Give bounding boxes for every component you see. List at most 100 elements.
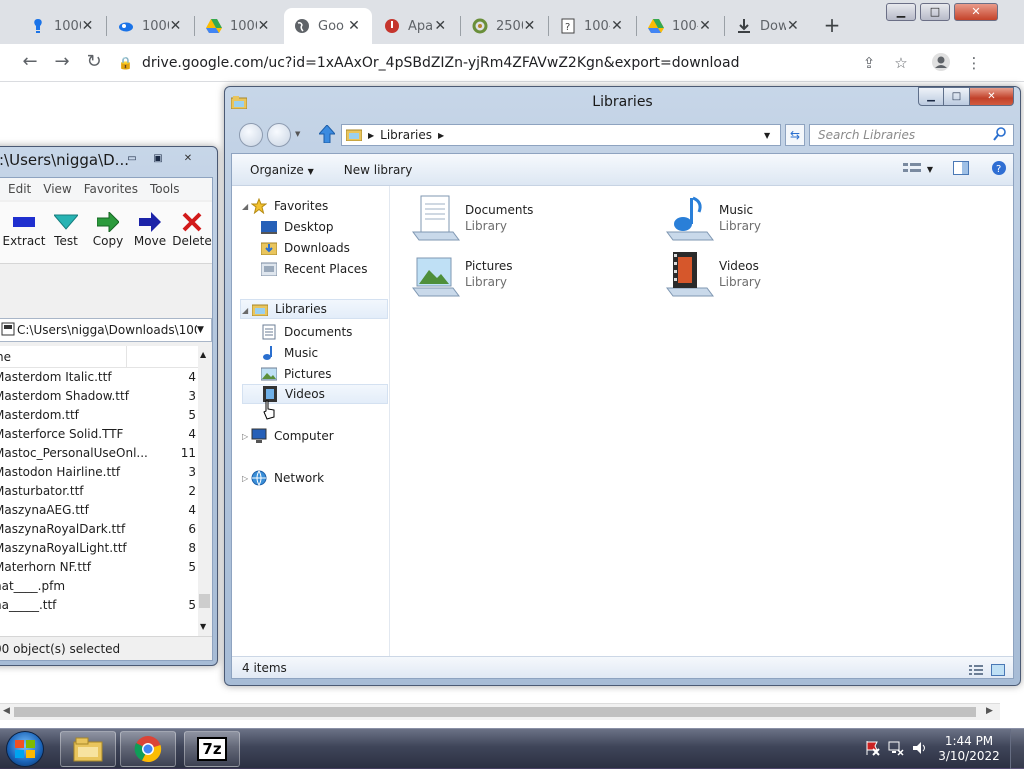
scroll-right-icon[interactable]: ▶ xyxy=(986,706,993,716)
close-tab-icon[interactable]: ✕ xyxy=(698,18,712,34)
change-view-icon[interactable] xyxy=(902,162,921,177)
scroll-down-icon[interactable]: ▼ xyxy=(200,622,206,631)
scrollbar-thumb[interactable] xyxy=(199,594,210,608)
taskbar-explorer-button[interactable] xyxy=(60,731,116,767)
nav-pictures[interactable]: Pictures xyxy=(260,364,332,384)
library-item-pictures[interactable]: Pictures Library xyxy=(409,248,513,300)
dropdown-arrow-icon[interactable]: ▼ xyxy=(197,325,211,335)
organize-button[interactable]: Organize ▼ xyxy=(250,163,314,177)
file-row[interactable]: na_____.ttf 5 xyxy=(0,596,198,615)
breadcrumb-separator-icon[interactable]: ▶ xyxy=(368,131,374,140)
address-bar[interactable]: 🔒 drive.google.com/uc?id=1xAAxOr_4pSBdZI… xyxy=(118,49,888,77)
breadcrumb-separator-icon[interactable]: ▶ xyxy=(438,131,444,140)
close-tab-icon[interactable]: ✕ xyxy=(257,18,270,34)
close-tab-icon[interactable]: ✕ xyxy=(432,18,448,34)
file-row[interactable]: Masterdom Shadow.ttf 3 xyxy=(0,387,198,406)
forward-button[interactable] xyxy=(267,123,291,147)
breadcrumb-libraries[interactable]: Libraries xyxy=(380,128,432,142)
column-header-name[interactable]: ne xyxy=(0,346,198,368)
close-tab-icon[interactable]: ✕ xyxy=(169,18,182,34)
bookmark-star-icon[interactable]: ☆ xyxy=(890,52,912,74)
up-arrow-icon[interactable] xyxy=(317,124,337,146)
file-row[interactable]: Mastoc_PersonalUseOnl... 11 xyxy=(0,444,198,463)
collapse-libraries-icon[interactable]: ◢ xyxy=(242,306,248,315)
back-button[interactable]: ← xyxy=(19,52,41,74)
file-row[interactable]: Masterforce Solid.TTF 4 xyxy=(0,425,198,444)
scroll-up-icon[interactable]: ▲ xyxy=(200,350,206,359)
recent-pages-dropdown-icon[interactable]: ▼ xyxy=(295,130,300,138)
file-row[interactable]: MaszynaRoyalLight.ttf 8 xyxy=(0,539,198,558)
delete-button[interactable]: Delete xyxy=(170,210,214,248)
library-item-videos[interactable]: Videos Library xyxy=(663,248,761,300)
preview-pane-icon[interactable] xyxy=(953,161,969,178)
file-row[interactable]: Masturbator.ttf 2 xyxy=(0,482,198,501)
maximize-button[interactable]: □ xyxy=(920,3,950,21)
help-icon[interactable]: ? xyxy=(991,160,1007,179)
new-library-button[interactable]: New library xyxy=(344,163,413,177)
close-tab-icon[interactable]: ✕ xyxy=(346,18,362,34)
system-clock[interactable]: 1:44 PM 3/10/2022 xyxy=(934,734,1004,764)
large-icons-view-icon[interactable] xyxy=(991,661,1005,683)
close-tab-icon[interactable]: ✕ xyxy=(81,18,94,34)
maximize-button[interactable]: ▣ xyxy=(145,150,171,169)
network-status-icon[interactable] xyxy=(888,740,904,759)
browser-tab-9[interactable]: Dow ✕ xyxy=(726,8,810,44)
scroll-left-icon[interactable]: ◀ xyxy=(3,706,10,716)
share-icon[interactable]: ⇪ xyxy=(858,52,880,74)
menu-tools[interactable]: Tools xyxy=(150,182,180,196)
file-row[interactable]: Masterdom Italic.ttf 4 xyxy=(0,368,198,387)
nav-favorites[interactable]: Favorites xyxy=(250,196,328,216)
close-tab-icon[interactable]: ✕ xyxy=(523,18,536,34)
file-row[interactable]: nat____.pfm xyxy=(0,577,198,596)
nav-music[interactable]: Music xyxy=(260,343,318,363)
scrollbar-thumb[interactable] xyxy=(14,707,976,717)
nav-network[interactable]: Network xyxy=(250,468,324,488)
browser-tab-4-active[interactable]: Goo ✕ xyxy=(284,8,372,44)
library-item-music[interactable]: Music Library xyxy=(663,192,761,244)
menu-kebab-icon[interactable]: ⋮ xyxy=(963,52,985,74)
search-icon[interactable] xyxy=(993,126,1013,144)
library-item-documents[interactable]: Documents Library xyxy=(409,192,533,244)
file-row[interactable]: MaszynaRoyalDark.ttf 6 xyxy=(0,520,198,539)
browser-tab-5[interactable]: Apa ✕ xyxy=(374,8,458,44)
view-options-dropdown-icon[interactable]: ▼ xyxy=(927,165,933,174)
browser-tab-2[interactable]: 1000 ✕ xyxy=(108,8,192,44)
new-tab-button[interactable]: + xyxy=(820,14,844,38)
sevenzip-path-bar[interactable]: C:\Users\nigga\Downloads\1000 ▼ xyxy=(0,318,212,342)
profile-icon[interactable] xyxy=(930,52,952,74)
file-row[interactable]: Masterdom.ttf 5 xyxy=(0,406,198,425)
taskbar-chrome-button[interactable] xyxy=(120,731,176,767)
menu-view[interactable]: View xyxy=(43,182,71,196)
close-tab-icon[interactable]: ✕ xyxy=(610,18,624,34)
browser-tab-6[interactable]: 2500 ✕ xyxy=(462,8,546,44)
taskbar-7zip-button[interactable]: 7z xyxy=(184,731,240,767)
address-bar[interactable]: ▶ Libraries ▶ ▼ xyxy=(341,124,781,146)
forward-button[interactable]: → xyxy=(51,52,73,74)
minimize-button[interactable]: ▁ xyxy=(918,87,944,106)
file-row[interactable]: Mastodon Hairline.ttf 3 xyxy=(0,463,198,482)
maximize-button[interactable]: □ xyxy=(944,87,970,106)
browser-tab-8[interactable]: 100- ✕ xyxy=(638,8,722,44)
address-dropdown-icon[interactable]: ▼ xyxy=(764,131,780,140)
expand-computer-icon[interactable]: ▷ xyxy=(242,432,248,441)
extract-button[interactable]: Extract xyxy=(2,210,46,248)
file-row[interactable]: Materhorn NF.ttf 5 xyxy=(0,558,198,577)
details-view-icon[interactable] xyxy=(969,661,983,683)
close-tab-icon[interactable]: ✕ xyxy=(786,18,800,34)
refresh-icon[interactable]: ⇆ xyxy=(785,124,805,146)
copy-button[interactable]: Copy xyxy=(86,210,130,248)
browser-tab-7[interactable]: ? 100- ✕ xyxy=(550,8,634,44)
browser-tab-3[interactable]: 1000 ✕ xyxy=(196,8,280,44)
test-button[interactable]: Test xyxy=(44,210,88,248)
back-button[interactable] xyxy=(239,123,263,147)
nav-computer[interactable]: Computer xyxy=(250,426,334,446)
volume-icon[interactable] xyxy=(912,740,928,759)
page-horizontal-scrollbar[interactable]: ◀ ▶ xyxy=(0,703,1000,720)
expand-network-icon[interactable]: ▷ xyxy=(242,474,248,483)
minimize-button[interactable]: ▁ xyxy=(886,3,916,21)
close-button[interactable]: ✕ xyxy=(954,3,998,21)
reload-button[interactable]: ↻ xyxy=(83,52,105,74)
start-button[interactable] xyxy=(6,731,44,767)
nav-recent-places[interactable]: Recent Places xyxy=(260,259,367,279)
file-row[interactable]: MaszynaAEG.ttf 4 xyxy=(0,501,198,520)
